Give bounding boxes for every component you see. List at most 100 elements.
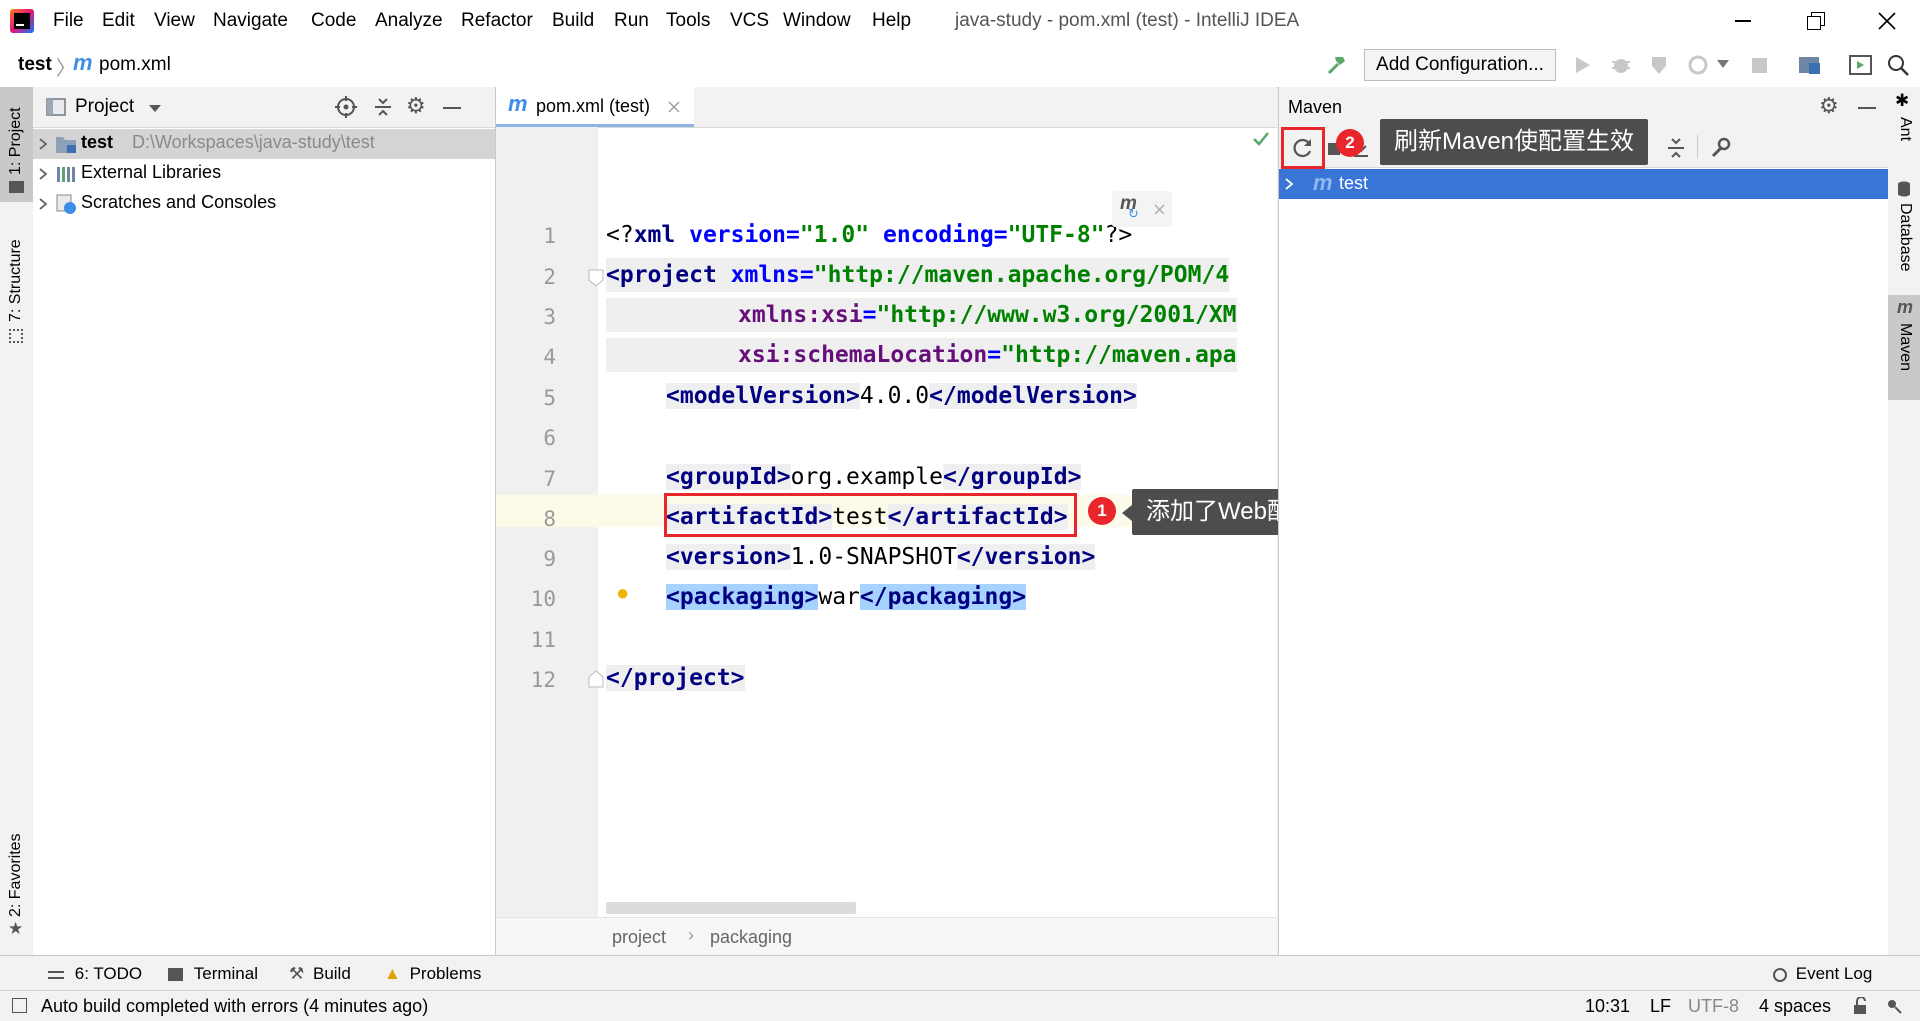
structure-tool-tab[interactable]: 7: Structure (0, 217, 33, 347)
unlock-icon[interactable] (1852, 997, 1868, 1015)
bottom-tool-bar: 6: TODO Terminal ⚒ Build ▲ Problems Even… (0, 955, 1920, 991)
chevron-down-icon[interactable] (149, 105, 161, 113)
line-number: 11 (530, 628, 556, 652)
profile-icon[interactable] (1688, 54, 1710, 76)
ant-tool-tab[interactable]: ✱ Ant (1888, 87, 1920, 167)
favorites-tool-tab[interactable]: 2: Favorites ★ (0, 817, 33, 947)
highlight-box-packaging (664, 493, 1077, 537)
callout-badge-2: 2 (1336, 129, 1364, 157)
menu-view[interactable]: View (154, 10, 195, 32)
file-encoding[interactable]: UTF-8 (1688, 996, 1739, 1017)
menu-code[interactable]: Code (311, 10, 356, 32)
tab-label: pom.xml (test) (536, 96, 651, 116)
title-bar: File Edit View Navigate Code Analyze Ref… (0, 0, 1920, 44)
maven-tool-tab[interactable]: m Maven (1888, 295, 1920, 400)
menu-tools[interactable]: Tools (666, 10, 710, 32)
menu-edit[interactable]: Edit (102, 10, 135, 32)
build-tool-button[interactable]: ⚒ Build (289, 964, 351, 984)
menu-file[interactable]: File (53, 10, 84, 32)
run-icon[interactable] (1572, 55, 1592, 75)
libraries-icon (57, 167, 75, 182)
inspection-icon[interactable] (1885, 997, 1903, 1015)
chevron-down-icon[interactable] (1717, 60, 1729, 70)
event-log-button[interactable]: Event Log (1773, 964, 1872, 984)
tree-item-external-libraries[interactable]: External Libraries (33, 159, 495, 189)
tree-item-test[interactable]: test D:\Workspaces\java-study\test (33, 129, 495, 159)
right-tool-stripe: ✱ Ant Database m Maven (1888, 87, 1920, 955)
tree-item-path: D:\Workspaces\java-study\test (132, 132, 375, 152)
menu-window[interactable]: Window (783, 10, 851, 32)
maven-project-icon: m (1313, 170, 1333, 195)
terminal-tool-button[interactable]: Terminal (168, 964, 258, 984)
status-message[interactable]: Auto build completed with errors (4 minu… (41, 996, 428, 1017)
horizontal-scrollbar[interactable] (606, 902, 856, 914)
search-icon[interactable] (1887, 54, 1909, 76)
todo-tool-button[interactable]: 6: TODO (48, 964, 142, 984)
chevron-right-icon[interactable] (38, 168, 48, 180)
collapse-all-icon[interactable] (1666, 137, 1686, 159)
tree-item-scratches[interactable]: Scratches and Consoles (33, 189, 495, 219)
run-configuration-dropdown[interactable]: Add Configuration... (1364, 49, 1556, 81)
tree-item-label: test (81, 132, 114, 152)
build-hammer-icon[interactable] (1325, 53, 1349, 77)
collapse-all-icon[interactable] (373, 97, 393, 117)
coverage-icon[interactable] (1648, 54, 1670, 76)
chevron-right-icon[interactable] (38, 198, 48, 210)
project-view-title[interactable]: Project (75, 96, 134, 118)
code-line-2: <project xmlns="http://maven.apache.org/… (606, 258, 1230, 292)
highlight-box-reload (1281, 127, 1325, 169)
locate-icon[interactable] (335, 96, 357, 118)
close-icon[interactable] (668, 101, 680, 113)
restore-button[interactable] (1807, 12, 1825, 30)
code-line-1: <?xml version="1.0" encoding="UTF-8"?> (606, 222, 1133, 248)
menu-vcs[interactable]: VCS (730, 10, 769, 32)
line-number: 7 (543, 467, 556, 491)
scratches-icon (56, 194, 76, 214)
line-number: 3 (543, 305, 556, 329)
tree-item-label: External Libraries (81, 162, 222, 182)
project-tool-tab[interactable]: 1: Project (0, 87, 33, 202)
navigation-bar: test 〉 m pom.xml Add Configuration... (0, 44, 1920, 88)
chevron-right-icon[interactable] (38, 138, 48, 150)
maven-tree-item-test[interactable]: m test (1279, 169, 1889, 199)
menu-help[interactable]: Help (872, 10, 911, 32)
gear-icon[interactable]: ⚙ (1819, 93, 1839, 119)
caret-position[interactable]: 10:31 (1585, 996, 1630, 1017)
run-anything-icon[interactable] (1849, 54, 1873, 76)
toggle-tool-windows-icon[interactable] (12, 998, 27, 1013)
stop-icon[interactable] (1752, 58, 1767, 73)
close-icon[interactable] (1154, 204, 1165, 215)
hide-panel-button[interactable] (1858, 107, 1876, 109)
menu-refactor[interactable]: Refactor (461, 10, 533, 32)
line-separator[interactable]: LF (1650, 996, 1671, 1017)
editor-tab-pom[interactable]: m pom.xml (test) (496, 87, 694, 127)
editor-tab-bar: m pom.xml (test) (496, 87, 1277, 128)
load-maven-changes-button[interactable]: m ↻ (1112, 191, 1172, 227)
wrench-icon[interactable] (1709, 137, 1731, 159)
menu-run[interactable]: Run (614, 10, 649, 32)
breadcrumb-project-tag[interactable]: project (612, 927, 666, 948)
menu-build[interactable]: Build (552, 10, 594, 32)
breadcrumb-file[interactable]: pom.xml (99, 54, 171, 76)
maven-panel: Maven ⚙ m test (1278, 87, 1889, 955)
project-panel-header: Project ⚙ (33, 87, 495, 128)
chevron-right-icon[interactable] (1284, 178, 1294, 190)
breadcrumb-packaging-tag[interactable]: packaging (710, 927, 792, 948)
gear-icon[interactable]: ⚙ (406, 93, 426, 119)
debug-icon[interactable] (1610, 54, 1632, 76)
project-structure-icon[interactable] (1798, 54, 1822, 76)
breadcrumb-project[interactable]: test (18, 54, 52, 76)
menu-navigate[interactable]: Navigate (213, 10, 288, 32)
close-window-button[interactable] (1878, 12, 1896, 30)
problems-tool-button[interactable]: ▲ Problems (384, 964, 481, 984)
minimize-button[interactable] (1735, 20, 1751, 22)
indent-setting[interactable]: 4 spaces (1759, 996, 1831, 1017)
maven-tree-label: test (1339, 173, 1369, 193)
code-line-5: <modelVersion>4.0.0</modelVersion> (666, 383, 1137, 409)
tree-item-label: Scratches and Consoles (81, 192, 277, 212)
line-number: 12 (530, 668, 556, 692)
menu-analyze[interactable]: Analyze (375, 10, 443, 32)
event-log-icon (1773, 967, 1787, 982)
terminal-icon (168, 968, 183, 982)
hide-panel-button[interactable] (443, 107, 461, 109)
